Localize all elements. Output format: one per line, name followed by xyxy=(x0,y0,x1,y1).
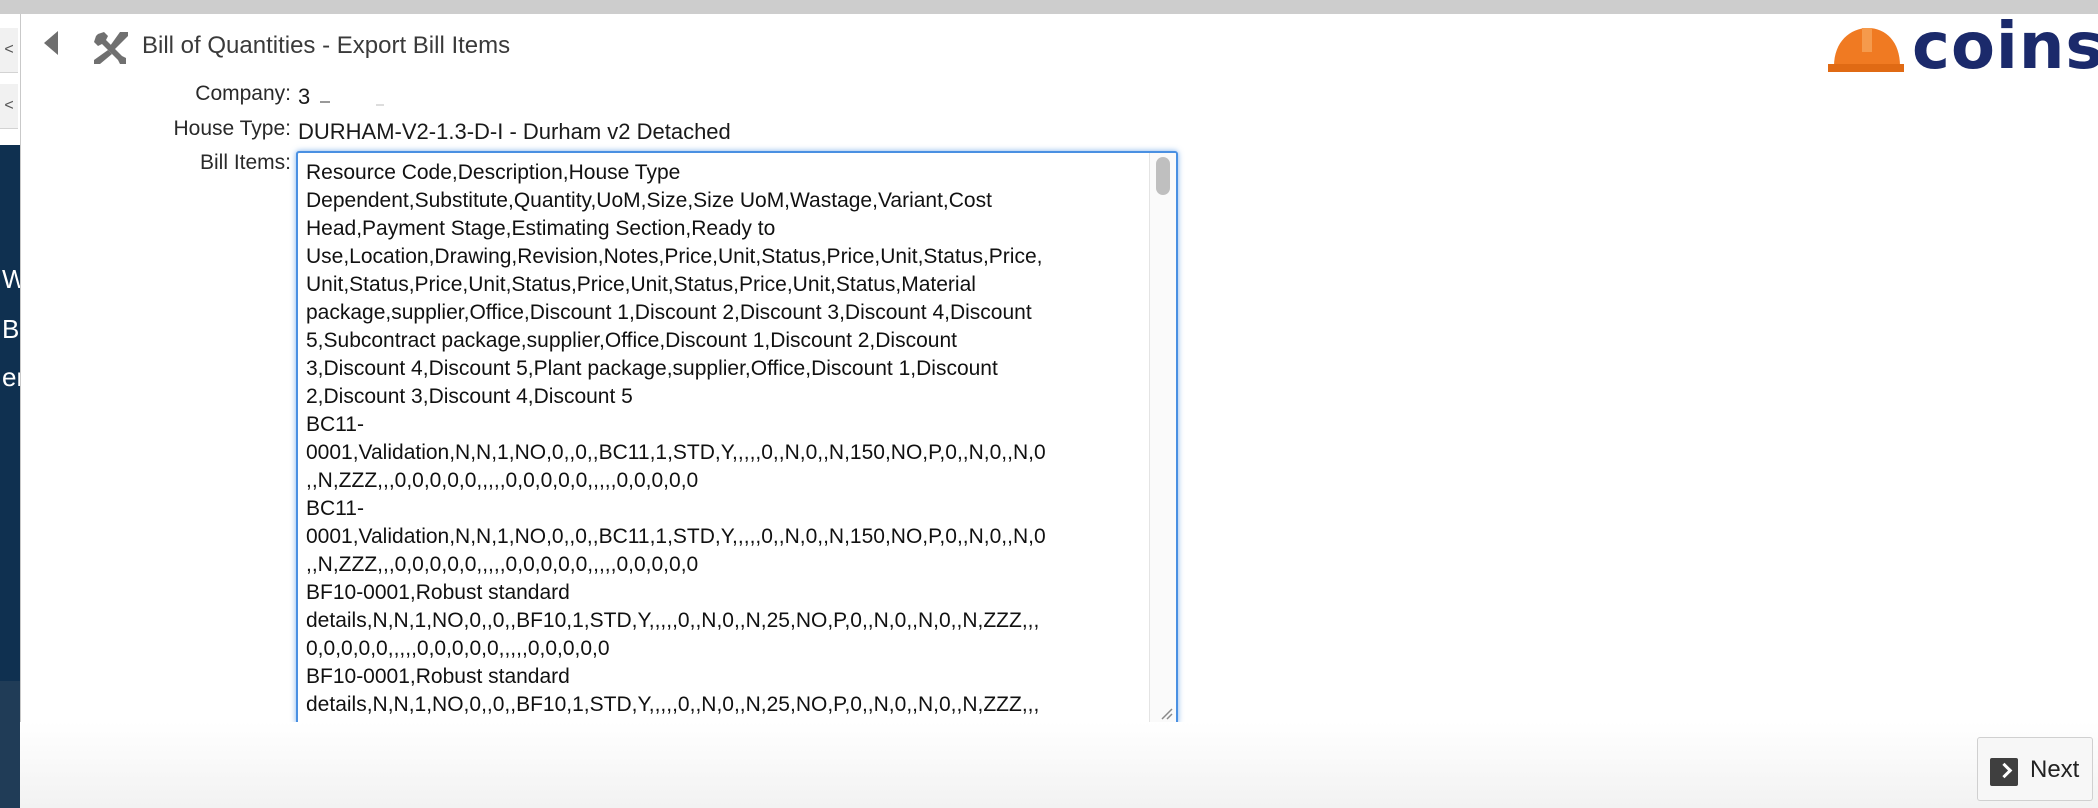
resize-grip-icon[interactable] xyxy=(1159,706,1173,720)
textarea-scrollbar[interactable] xyxy=(1149,153,1176,723)
scrollbar-thumb[interactable] xyxy=(1156,157,1170,195)
left-panel-text-2: BC xyxy=(2,314,20,344)
tools-icon xyxy=(94,32,128,64)
company-value-obscured-2 xyxy=(376,104,384,106)
company-label: Company: xyxy=(195,82,291,105)
bill-items-label: Bill Items: xyxy=(199,151,291,174)
hard-hat-icon xyxy=(1828,28,1904,72)
left-panel-toggle-button-1[interactable]: < xyxy=(0,28,18,73)
bill-items-textarea[interactable]: Resource Code,Description,House Type Dep… xyxy=(296,151,1178,725)
logo-text: coins xyxy=(1912,10,2098,84)
bill-items-text[interactable]: Resource Code,Description,House Type Dep… xyxy=(306,159,1150,723)
left-panel-toggle-button-2[interactable]: < xyxy=(0,84,18,129)
chevron-right-icon xyxy=(1990,758,2018,786)
left-panel-text-1: W xyxy=(2,264,20,294)
top-bar xyxy=(0,0,2098,14)
page-title: Bill of Quantities - Export Bill Items xyxy=(142,32,511,59)
left-collapsed-panel: < < W BC er xyxy=(0,14,21,808)
next-button[interactable]: Next xyxy=(1977,737,2093,801)
house-type-label: House Type: xyxy=(173,117,291,140)
company-value: 3 xyxy=(298,84,311,109)
company-value-obscured xyxy=(320,101,330,103)
back-arrow-icon[interactable] xyxy=(44,31,58,55)
left-panel-text-3: er xyxy=(2,362,20,392)
coins-logo: coins xyxy=(1826,10,2098,84)
house-type-value: DURHAM-V2-1.3-D-I - Durham v2 Detached xyxy=(298,119,731,144)
left-panel-lower-area xyxy=(0,681,20,808)
footer-bar xyxy=(20,722,2098,808)
next-button-label: Next xyxy=(2030,756,2080,783)
